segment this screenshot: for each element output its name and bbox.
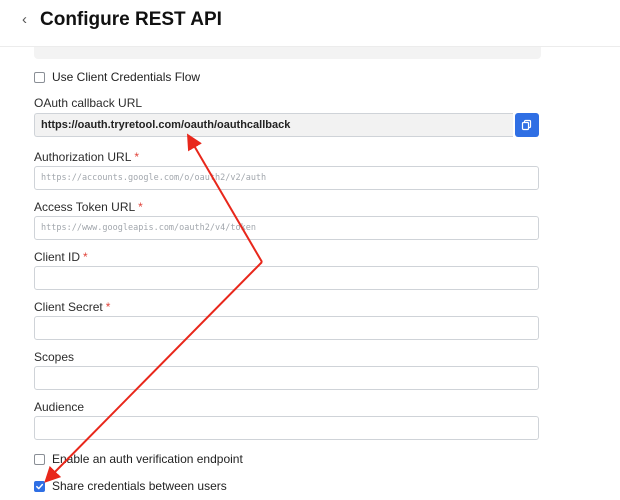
- oauth-callback-label: OAuth callback URL: [34, 96, 143, 110]
- required-asterisk: *: [138, 200, 143, 214]
- client-id-label: Client ID *: [34, 250, 88, 264]
- access-token-url-label: Access Token URL *: [34, 200, 143, 214]
- client-credentials-row[interactable]: Use Client Credentials Flow: [34, 70, 200, 84]
- oauth-callback-field[interactable]: https://oauth.tryretool.com/oauth/oauthc…: [34, 113, 513, 137]
- annotation-arrow: [186, 133, 263, 263]
- access-token-url-input[interactable]: https://www.googleapis.com/oauth2/v4/tok…: [34, 216, 539, 240]
- share-credentials-row[interactable]: Share credentials between users: [34, 479, 227, 493]
- client-secret-input[interactable]: [34, 316, 539, 340]
- scopes-input[interactable]: [34, 366, 539, 390]
- page-title: Configure REST API: [40, 9, 222, 30]
- share-credentials-label: Share credentials between users: [52, 479, 227, 493]
- checkmark-icon: [36, 483, 44, 489]
- client-secret-label: Client Secret *: [34, 300, 111, 314]
- client-id-input[interactable]: [34, 266, 539, 290]
- client-credentials-label: Use Client Credentials Flow: [52, 70, 201, 84]
- copy-icon: [521, 119, 532, 131]
- audience-input[interactable]: [34, 416, 539, 440]
- back-chevron-icon[interactable]: ‹: [22, 11, 27, 28]
- copy-callback-button[interactable]: [515, 113, 539, 137]
- share-credentials-checkbox[interactable]: [34, 480, 45, 492]
- client-credentials-checkbox[interactable]: [34, 71, 45, 83]
- audience-label: Audience: [34, 400, 85, 414]
- required-asterisk: *: [83, 250, 88, 264]
- collapsed-section-strip: [34, 47, 541, 59]
- scopes-label: Scopes: [34, 350, 75, 364]
- auth-verification-label: Enable an auth verification endpoint: [52, 452, 243, 466]
- auth-verification-checkbox[interactable]: [34, 453, 45, 465]
- required-asterisk: *: [134, 150, 140, 164]
- page-header: ‹ Configure REST API: [0, 0, 620, 47]
- authorization-url-label: Authorization URL *: [34, 150, 140, 164]
- required-asterisk: *: [105, 300, 111, 314]
- auth-verification-row[interactable]: Enable an auth verification endpoint: [34, 452, 243, 466]
- authorization-url-input[interactable]: https://accounts.google.com/o/oauth2/v2/…: [34, 166, 539, 190]
